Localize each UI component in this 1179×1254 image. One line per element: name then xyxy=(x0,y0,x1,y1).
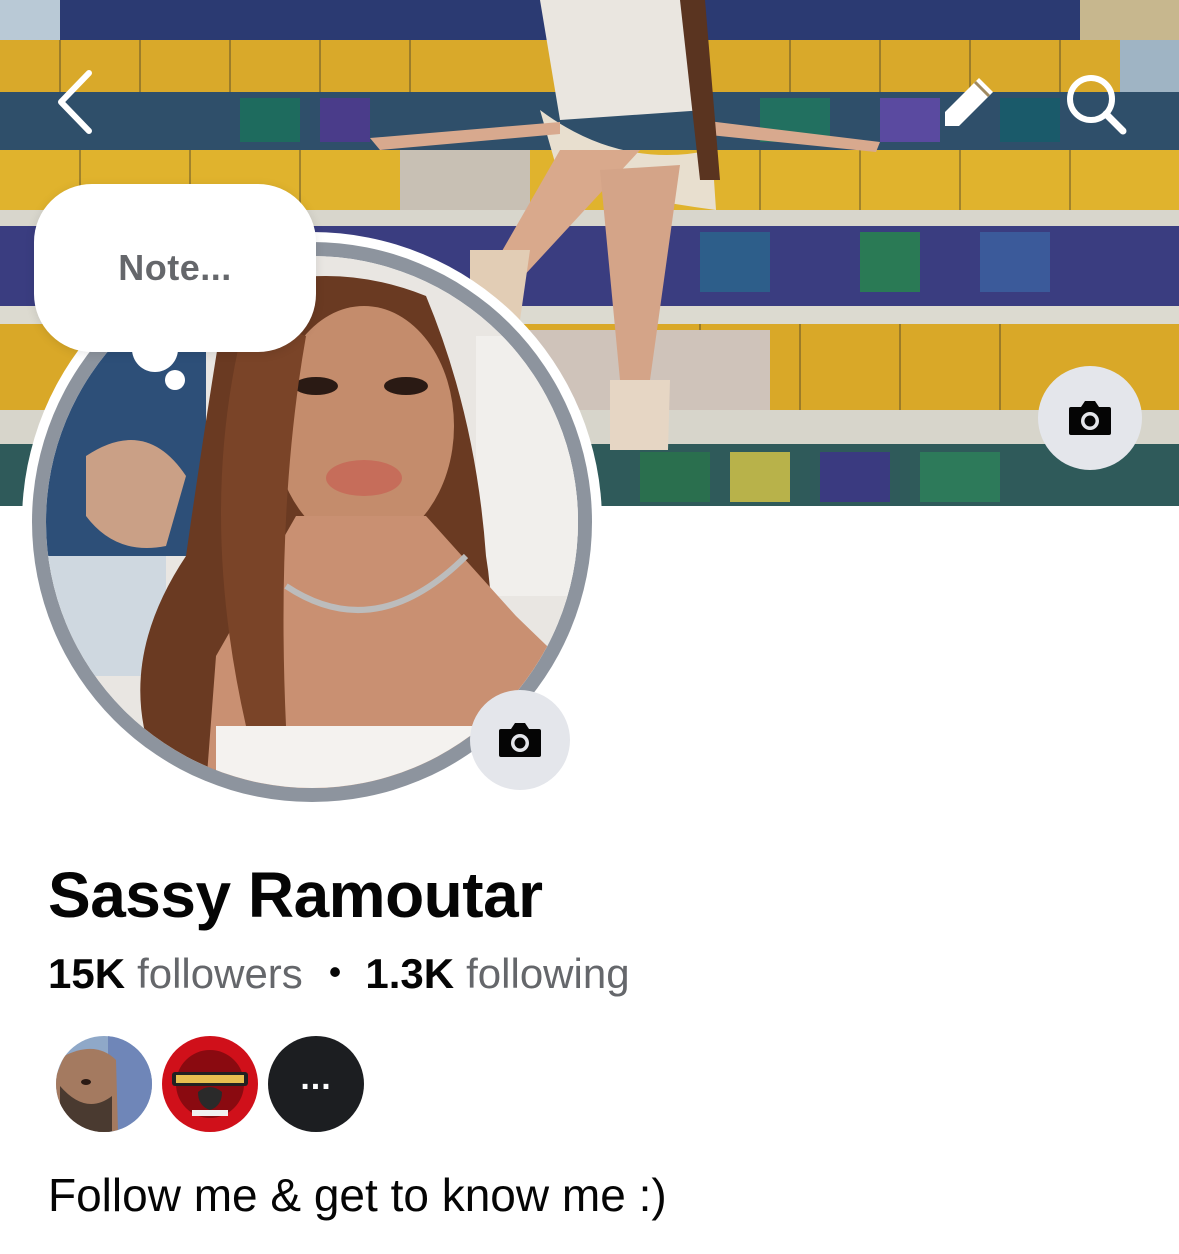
mutual-followers: ... xyxy=(56,1036,374,1132)
followers-count: 15K xyxy=(48,950,126,997)
more-icon: ... xyxy=(300,1058,332,1097)
note-bubble-tail xyxy=(132,326,178,372)
note-placeholder: Note... xyxy=(118,247,232,288)
search-button[interactable] xyxy=(1058,66,1134,142)
followers-label: followers xyxy=(137,950,303,997)
following-count: 1.3K xyxy=(365,950,455,997)
following-label: following xyxy=(466,950,630,997)
stats-separator: • xyxy=(328,951,342,992)
camera-icon xyxy=(1069,401,1111,435)
pencil-icon xyxy=(945,78,993,126)
profile-bio: Follow me & get to know me :) xyxy=(48,1169,667,1221)
back-button[interactable] xyxy=(40,62,110,142)
profile-name: Sassy Ramoutar xyxy=(48,859,543,931)
search-icon xyxy=(1067,75,1127,135)
edit-profile-button[interactable] xyxy=(935,66,1005,136)
note-bubble-tail-small xyxy=(165,370,185,390)
avatar xyxy=(56,1036,152,1132)
avatar xyxy=(162,1036,258,1132)
chevron-left-icon xyxy=(58,70,92,134)
mutual-follower-avatar[interactable] xyxy=(56,1036,152,1132)
following-link[interactable]: 1.3K following xyxy=(365,950,629,998)
more-mutual-followers-button[interactable]: ... xyxy=(268,1036,364,1132)
note-bubble[interactable]: Note... xyxy=(34,184,316,352)
cover-photo-camera-button[interactable] xyxy=(1038,366,1142,470)
mutual-follower-avatar[interactable] xyxy=(162,1036,258,1132)
profile-picture-camera-button[interactable] xyxy=(470,690,570,790)
followers-link[interactable]: 15K followers xyxy=(48,950,303,998)
camera-icon xyxy=(499,723,541,757)
follow-stats: 15K followers • 1.3K following xyxy=(48,950,630,998)
